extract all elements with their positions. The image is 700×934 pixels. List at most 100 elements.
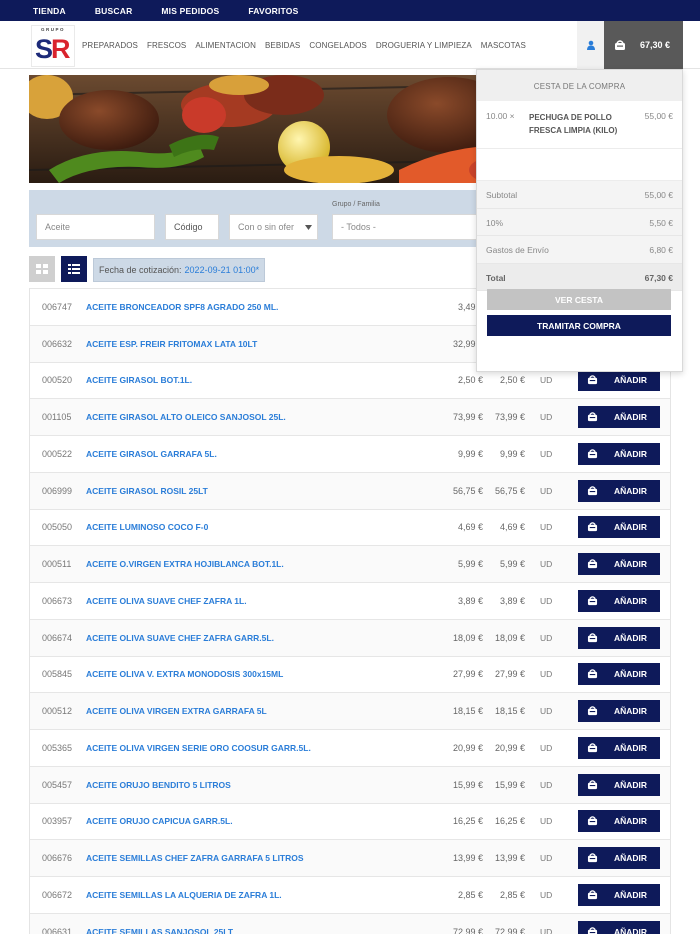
product-unit: UD (540, 742, 553, 753)
basket-icon (587, 559, 598, 569)
product-name-link[interactable]: ACEITE SEMILLAS CHEF ZAFRA GARRAFA 5 LIT… (86, 853, 304, 863)
product-price-final: 56,75 € (494, 485, 525, 496)
list-view-button[interactable] (61, 256, 87, 282)
add-to-cart-button[interactable]: AÑADIR (578, 553, 660, 576)
add-to-cart-button[interactable]: AÑADIR (578, 589, 660, 612)
cart-tax: 10% 5,50 € (477, 208, 682, 236)
product-name-link[interactable]: ACEITE ORUJO BENDITO 5 LITROS (86, 780, 231, 790)
product-unit: UD (540, 706, 553, 717)
add-to-cart-button[interactable]: AÑADIR (578, 736, 660, 759)
view-cart-button[interactable]: VER CESTA (487, 289, 671, 310)
product-name-link[interactable]: ACEITE SEMILLAS SANJOSOL 25LT (86, 927, 233, 934)
table-row: 006672 ACEITE SEMILLAS LA ALQUERIA DE ZAF… (30, 876, 670, 913)
add-to-cart-button[interactable]: AÑADIR (578, 810, 660, 833)
product-name-link[interactable]: ACEITE LUMINOSO COCO F-0 (86, 522, 208, 532)
nav-mascotas[interactable]: MASCOTAS (481, 41, 526, 50)
search-input[interactable]: Aceite (36, 214, 155, 240)
cart-shipping: Gastos de Envío 6,80 € (477, 236, 682, 264)
product-unit: UD (540, 522, 553, 533)
grid-view-button[interactable] (29, 256, 55, 282)
add-to-cart-button[interactable]: AÑADIR (578, 920, 660, 934)
add-to-cart-button[interactable]: AÑADIR (578, 479, 660, 502)
group-label: Grupo / Familia (332, 201, 380, 208)
table-row: 005457 ACEITE ORUJO BENDITO 5 LITROS 15,99… (30, 765, 670, 803)
cart-item-name[interactable]: PECHUGA DE POLLO FRESCA LIMPIA (KILO) (529, 111, 639, 137)
add-to-cart-button[interactable]: AÑADIR (578, 369, 660, 392)
checkout-button[interactable]: TRAMITAR COMPRA (487, 315, 671, 336)
product-name-link[interactable]: ACEITE OLIVA SUAVE CHEF ZAFRA GARR.5L. (86, 633, 274, 643)
logo-small-text: GRUPO (40, 27, 65, 32)
table-row: 000511 ACEITE O.VIRGEN EXTRA HOJIBLANCA B… (30, 545, 670, 582)
add-to-cart-label: AÑADIR (614, 816, 648, 827)
cart-button[interactable]: 67,30 € (604, 21, 683, 69)
product-name-link[interactable]: ACEITE GIRASOL BOT.1L. (86, 375, 192, 385)
product-code: 006676 (42, 853, 73, 864)
add-to-cart-button[interactable]: AÑADIR (578, 883, 660, 906)
product-name-link[interactable]: ACEITE BRONCEADOR SPF8 AGRADO 250 ML. (86, 302, 278, 312)
product-name-link[interactable]: ACEITE GIRASOL GARRAFA 5L. (86, 449, 217, 459)
user-button[interactable] (577, 21, 604, 69)
nav-frescos[interactable]: FRESCOS (147, 41, 186, 50)
product-price-final: 2,50 € (499, 375, 525, 386)
product-price-final: 9,99 € (499, 448, 525, 459)
nav-alimentacion[interactable]: ALIMENTACION (195, 41, 256, 50)
product-name-link[interactable]: ACEITE ESP. FREIR FRITOMAX LATA 10LT (86, 339, 257, 349)
product-name-link[interactable]: ACEITE OLIVA V. EXTRA MONODOSIS 300x15ML (86, 669, 283, 679)
offer-select[interactable]: Con o sin ofer (229, 214, 318, 240)
product-price-final: 72,99 € (494, 926, 525, 934)
nav-preparados[interactable]: PREPARADOS (82, 41, 138, 50)
top-nav-buscar[interactable]: BUSCAR (95, 6, 133, 16)
product-code: 000520 (42, 375, 73, 386)
product-price-final: 3,89 € (499, 595, 525, 606)
basket-icon (587, 412, 598, 422)
list-icon (68, 264, 80, 274)
product-code: 005457 (42, 779, 73, 790)
code-input[interactable]: Código (165, 214, 219, 240)
add-to-cart-button[interactable]: AÑADIR (578, 516, 660, 539)
product-name-link[interactable]: ACEITE ORUJO CAPICUA GARR.5L. (86, 816, 233, 826)
add-to-cart-button[interactable]: AÑADIR (578, 847, 660, 870)
nav-congelados[interactable]: CONGELADOS (309, 41, 366, 50)
product-price-final: 73,99 € (494, 412, 525, 423)
grid-icon (36, 264, 48, 274)
product-unit: UD (540, 448, 553, 459)
nav-drogueria[interactable]: DROGUERIA Y LIMPIEZA (376, 41, 472, 50)
product-name-link[interactable]: ACEITE OLIVA VIRGEN SERIE ORO COOSUR GAR… (86, 743, 311, 753)
product-name-link[interactable]: ACEITE GIRASOL ROSIL 25LT (86, 486, 208, 496)
product-code: 000511 (42, 559, 72, 570)
add-to-cart-button[interactable]: AÑADIR (578, 700, 660, 723)
top-nav-tienda[interactable]: TIENDA (33, 6, 66, 16)
product-unit: UD (540, 926, 553, 934)
product-price-final: 16,25 € (494, 816, 525, 827)
add-to-cart-label: AÑADIR (614, 595, 648, 606)
product-price-final: 18,15 € (494, 706, 525, 717)
add-to-cart-button[interactable]: AÑADIR (578, 406, 660, 429)
top-nav-favoritos[interactable]: FAVORITOS (248, 6, 298, 16)
nav-bebidas[interactable]: BEBIDAS (265, 41, 300, 50)
add-to-cart-button[interactable]: AÑADIR (578, 773, 660, 796)
add-to-cart-button[interactable]: AÑADIR (578, 626, 660, 649)
add-to-cart-button[interactable]: AÑADIR (578, 663, 660, 686)
product-name-link[interactable]: ACEITE GIRASOL ALTO OLEICO SANJOSOL 25L. (86, 412, 286, 422)
group-select[interactable]: - Todos - (332, 214, 482, 240)
product-code: 006632 (42, 338, 73, 349)
quote-date-label: Fecha de cotización: (99, 265, 182, 275)
basket-icon (587, 375, 598, 385)
add-to-cart-button[interactable]: AÑADIR (578, 442, 660, 465)
product-code: 006999 (42, 485, 73, 496)
top-nav-mis-pedidos[interactable]: MIS PEDIDOS (161, 6, 219, 16)
product-name-link[interactable]: ACEITE OLIVA VIRGEN EXTRA GARRAFA 5L (86, 706, 267, 716)
product-table: 006747 ACEITE BRONCEADOR SPF8 AGRADO 250 … (29, 288, 671, 934)
add-to-cart-label: AÑADIR (614, 448, 648, 459)
basket-icon (587, 449, 598, 458)
logo[interactable]: GRUPO SR (31, 25, 75, 67)
product-name-link[interactable]: ACEITE OLIVA SUAVE CHEF ZAFRA 1L. (86, 596, 247, 606)
product-name-link[interactable]: ACEITE O.VIRGEN EXTRA HOJIBLANCA BOT.1L. (86, 559, 284, 569)
logo-mark: SR (35, 34, 70, 64)
table-row: 005365 ACEITE OLIVA VIRGEN SERIE ORO COOS… (30, 729, 670, 766)
product-unit: UD (540, 889, 553, 900)
product-name-link[interactable]: ACEITE SEMILLAS LA ALQUERIA DE ZAFRA 1L. (86, 890, 282, 900)
table-row: 001105 ACEITE GIRASOL ALTO OLEICO SANJOSO… (30, 398, 670, 435)
table-row: 006631 ACEITE SEMILLAS SANJOSOL 25LT 72,99… (30, 912, 670, 934)
product-price-final: 27,99 € (494, 669, 525, 680)
